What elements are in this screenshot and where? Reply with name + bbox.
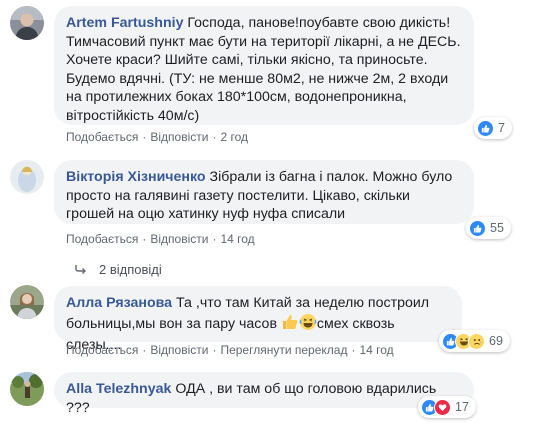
reaction-count: 17	[455, 400, 469, 414]
comment-actions: Подобається · Відповісти · 14 год	[66, 232, 255, 246]
replies-count-label[interactable]: 2 відповіді	[99, 262, 162, 277]
laughing-emoji-icon	[299, 313, 317, 337]
sad-reaction-icon	[468, 332, 485, 350]
like-link[interactable]: Подобається	[66, 130, 138, 144]
reaction-summary[interactable]: 55	[466, 217, 511, 239]
like-link[interactable]: Подобається	[66, 232, 138, 246]
reply-link[interactable]: Відповісти	[150, 343, 208, 357]
like-link[interactable]: Подобається	[66, 343, 138, 357]
comment-author[interactable]: Алла Рязанова	[66, 295, 172, 311]
comment-bubble: Artem Fartushniy Господа, панове!поубавт…	[54, 6, 474, 125]
comment-author[interactable]: Вікторія Хізниченко	[66, 169, 206, 185]
comment-time[interactable]: 14 год	[220, 232, 254, 246]
avatar[interactable]	[10, 285, 44, 319]
avatar[interactable]	[10, 372, 44, 406]
avatar[interactable]	[10, 6, 44, 40]
reply-link[interactable]: Відповісти	[150, 130, 208, 144]
reaction-count: 55	[490, 221, 504, 235]
love-reaction-icon	[434, 398, 451, 416]
like-reaction-icon	[469, 219, 486, 237]
reaction-summary[interactable]: 69	[439, 330, 510, 352]
see-translation-link[interactable]: Переглянути переклад	[220, 343, 347, 357]
comment-actions: Подобається · Відповісти · Переглянути перек…	[66, 343, 394, 357]
comment-time[interactable]: 2 год	[220, 130, 248, 144]
like-reaction-icon	[477, 119, 494, 137]
reaction-summary[interactable]: 7	[474, 117, 512, 139]
comment-bubble: Алла Рязанова Та ,что там Китай за недел…	[54, 286, 462, 353]
reaction-count: 69	[489, 334, 503, 348]
comment-bubble: Вікторія Хізниченко Зібрали із багна і п…	[54, 160, 474, 224]
comment-text: Господа, панове!поубавте свою дикість! Т…	[66, 15, 461, 124]
reaction-summary[interactable]: 17	[418, 396, 476, 418]
view-replies-link[interactable]: 2 відповіді	[75, 262, 162, 277]
avatar[interactable]	[10, 160, 44, 194]
thumbs-up-emoji-icon	[281, 313, 299, 337]
comment-time[interactable]: 14 год	[359, 343, 393, 357]
reaction-count: 7	[498, 121, 505, 135]
comment-author[interactable]: Alla Telezhnyak	[66, 381, 171, 397]
reply-link[interactable]: Відповісти	[150, 232, 208, 246]
comment-author[interactable]: Artem Fartushniy	[66, 15, 183, 31]
comment-bubble: Alla Telezhnyak ОДА , ви там об що голов…	[54, 372, 474, 416]
comment-actions: Подобається · Відповісти · 2 год	[66, 130, 248, 144]
reply-arrow-icon	[75, 262, 87, 277]
